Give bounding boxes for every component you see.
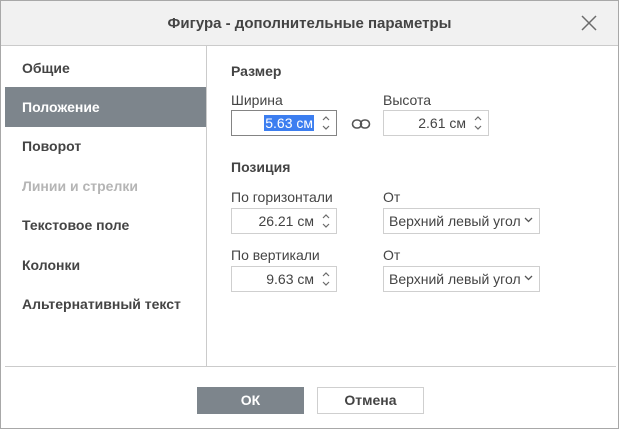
sidebar-item-alt-text[interactable]: Альтернативный текст xyxy=(5,284,206,324)
vertical-value[interactable]: 9.63 см xyxy=(266,267,314,291)
chevron-down-icon[interactable] xyxy=(524,275,533,281)
chevron-down-icon[interactable] xyxy=(524,217,533,223)
sidebar-item-rotation[interactable]: Поворот xyxy=(5,126,206,166)
horizontal-from-value: Верхний левый угол xyxy=(389,213,521,229)
vertical-label: По вертикали xyxy=(231,247,320,263)
horizontal-from-label: От xyxy=(383,189,401,205)
width-label: Ширина xyxy=(231,92,283,108)
stepper-arrows-icon[interactable] xyxy=(320,269,332,289)
vertical-from-select[interactable]: Верхний левый угол xyxy=(383,266,540,292)
stepper-arrows-icon[interactable] xyxy=(320,211,332,231)
horizontal-value[interactable]: 26.21 см xyxy=(258,209,314,233)
settings-sidebar: Общие Положение Поворот Линии и стрелки … xyxy=(5,46,207,366)
height-stepper[interactable]: 2.61 см xyxy=(383,110,489,136)
width-stepper[interactable]: 5.63 см xyxy=(231,110,337,136)
height-value[interactable]: 2.61 см xyxy=(418,111,466,135)
dialog-title: Фигура - дополнительные параметры xyxy=(167,15,452,32)
position-section-title: Позиция xyxy=(231,159,291,175)
vertical-from-value: Верхний левый угол xyxy=(389,271,521,287)
advanced-settings-dialog: Фигура - дополнительные параметры Общие … xyxy=(0,0,619,429)
ok-button[interactable]: ОК xyxy=(197,387,304,414)
height-label: Высота xyxy=(383,92,432,108)
sidebar-item-general[interactable]: Общие xyxy=(5,48,206,88)
sidebar-item-columns[interactable]: Колонки xyxy=(5,245,206,285)
sidebar-item-text-box[interactable]: Текстовое поле xyxy=(5,205,206,245)
footer-divider xyxy=(5,366,616,367)
stepper-arrows-icon[interactable] xyxy=(320,113,332,133)
horizontal-stepper[interactable]: 26.21 см xyxy=(231,208,337,234)
stepper-arrows-icon[interactable] xyxy=(472,113,484,133)
vertical-from-label: От xyxy=(383,247,401,263)
link-icon[interactable] xyxy=(351,116,371,132)
close-icon[interactable] xyxy=(579,13,599,33)
size-section-title: Размер xyxy=(231,63,282,79)
width-value[interactable]: 5.63 см xyxy=(264,115,314,131)
sidebar-item-lines-arrows: Линии и стрелки xyxy=(22,178,138,194)
title-bar: Фигура - дополнительные параметры xyxy=(1,1,618,46)
cancel-button[interactable]: Отмена xyxy=(317,387,424,414)
vertical-stepper[interactable]: 9.63 см xyxy=(231,266,337,292)
horizontal-from-select[interactable]: Верхний левый угол xyxy=(383,208,540,234)
horizontal-label: По горизонтали xyxy=(231,189,333,205)
sidebar-item-position[interactable]: Положение xyxy=(5,87,206,127)
